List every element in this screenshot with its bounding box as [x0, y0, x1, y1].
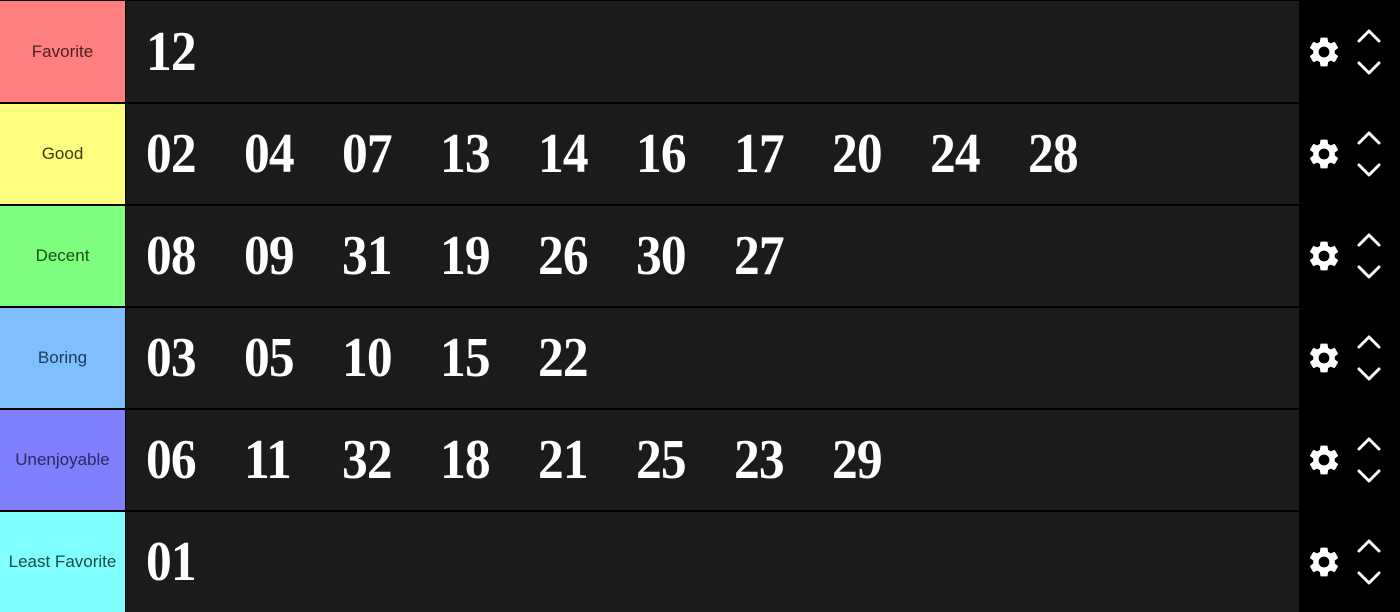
chevron-down-icon[interactable] — [1356, 59, 1382, 77]
gear-icon[interactable] — [1306, 136, 1342, 172]
tier-controls — [1299, 512, 1400, 612]
move-tier-buttons — [1356, 231, 1382, 281]
chevron-up-icon[interactable] — [1356, 435, 1382, 453]
tier-item[interactable]: 30 — [636, 224, 726, 288]
tier-label[interactable]: Good — [0, 104, 126, 204]
tier-label[interactable]: Favorite — [0, 1, 126, 102]
tier-row: Decent 08 09 31 19 26 30 27 — [0, 204, 1400, 306]
tier-item[interactable]: 03 — [146, 326, 236, 390]
move-tier-buttons — [1356, 537, 1382, 587]
tier-item[interactable]: 11 — [244, 428, 334, 492]
tier-items-dropzone[interactable]: 02 04 07 13 14 16 17 20 24 28 — [126, 104, 1299, 204]
tier-label[interactable]: Boring — [0, 308, 126, 408]
gear-icon[interactable] — [1306, 442, 1342, 478]
tier-row: Boring 03 05 10 15 22 — [0, 306, 1400, 408]
tier-item[interactable]: 25 — [636, 428, 726, 492]
tier-item[interactable]: 21 — [538, 428, 628, 492]
gear-icon[interactable] — [1306, 238, 1342, 274]
tier-item[interactable]: 29 — [832, 428, 922, 492]
tier-items-dropzone[interactable]: 06 11 32 18 21 25 23 29 — [126, 410, 1299, 510]
tier-item[interactable]: 13 — [440, 122, 530, 186]
chevron-up-icon[interactable] — [1356, 27, 1382, 45]
tier-item[interactable]: 15 — [440, 326, 530, 390]
chevron-down-icon[interactable] — [1356, 467, 1382, 485]
move-tier-buttons — [1356, 435, 1382, 485]
tier-controls — [1299, 206, 1400, 306]
tier-controls — [1299, 410, 1400, 510]
chevron-up-icon[interactable] — [1356, 537, 1382, 555]
move-tier-buttons — [1356, 27, 1382, 77]
tier-item[interactable]: 02 — [146, 122, 236, 186]
tier-item[interactable]: 32 — [342, 428, 432, 492]
chevron-up-icon[interactable] — [1356, 129, 1382, 147]
tier-item[interactable]: 20 — [832, 122, 922, 186]
tier-item[interactable]: 07 — [342, 122, 432, 186]
tier-item[interactable]: 01 — [146, 530, 236, 594]
tier-item[interactable]: 17 — [734, 122, 824, 186]
tier-item[interactable]: 04 — [244, 122, 334, 186]
tier-label[interactable]: Unenjoyable — [0, 410, 126, 510]
tier-items-dropzone[interactable]: 01 — [126, 512, 1299, 612]
chevron-up-icon[interactable] — [1356, 231, 1382, 249]
tier-row: Good 02 04 07 13 14 16 17 20 24 28 — [0, 102, 1400, 204]
chevron-down-icon[interactable] — [1356, 263, 1382, 281]
tier-item[interactable]: 08 — [146, 224, 236, 288]
tier-item[interactable]: 26 — [538, 224, 628, 288]
tier-item[interactable]: 10 — [342, 326, 432, 390]
gear-icon[interactable] — [1306, 34, 1342, 70]
tier-item[interactable]: 06 — [146, 428, 236, 492]
tier-item[interactable]: 16 — [636, 122, 726, 186]
tier-item[interactable]: 18 — [440, 428, 530, 492]
tier-items-dropzone[interactable]: 03 05 10 15 22 — [126, 308, 1299, 408]
tier-label[interactable]: Least Favorite — [0, 512, 126, 612]
move-tier-buttons — [1356, 129, 1382, 179]
tier-row: Unenjoyable 06 11 32 18 21 25 23 29 — [0, 408, 1400, 510]
tier-controls — [1299, 308, 1400, 408]
tier-item[interactable]: 24 — [930, 122, 1020, 186]
tier-item[interactable]: 19 — [440, 224, 530, 288]
chevron-down-icon[interactable] — [1356, 161, 1382, 179]
tier-item[interactable]: 05 — [244, 326, 334, 390]
tier-controls — [1299, 1, 1400, 102]
tier-items-dropzone[interactable]: 08 09 31 19 26 30 27 — [126, 206, 1299, 306]
tier-item[interactable]: 14 — [538, 122, 628, 186]
tier-item[interactable]: 23 — [734, 428, 824, 492]
chevron-down-icon[interactable] — [1356, 569, 1382, 587]
tier-controls — [1299, 104, 1400, 204]
tier-list-board: Favorite 12 Good 02 04 07 13 14 16 17 20 24 28 Decent… — [0, 0, 1400, 612]
chevron-down-icon[interactable] — [1356, 365, 1382, 383]
tier-items-dropzone[interactable]: 12 — [126, 1, 1299, 102]
tier-row: Least Favorite 01 — [0, 510, 1400, 612]
tier-item[interactable]: 27 — [734, 224, 824, 288]
tier-item[interactable]: 22 — [538, 326, 628, 390]
tier-item[interactable]: 28 — [1028, 122, 1118, 186]
tier-item[interactable]: 12 — [146, 20, 236, 84]
chevron-up-icon[interactable] — [1356, 333, 1382, 351]
gear-icon[interactable] — [1306, 544, 1342, 580]
gear-icon[interactable] — [1306, 340, 1342, 376]
tier-item[interactable]: 09 — [244, 224, 334, 288]
move-tier-buttons — [1356, 333, 1382, 383]
tier-label[interactable]: Decent — [0, 206, 126, 306]
tier-item[interactable]: 31 — [342, 224, 432, 288]
tier-row: Favorite 12 — [0, 0, 1400, 102]
